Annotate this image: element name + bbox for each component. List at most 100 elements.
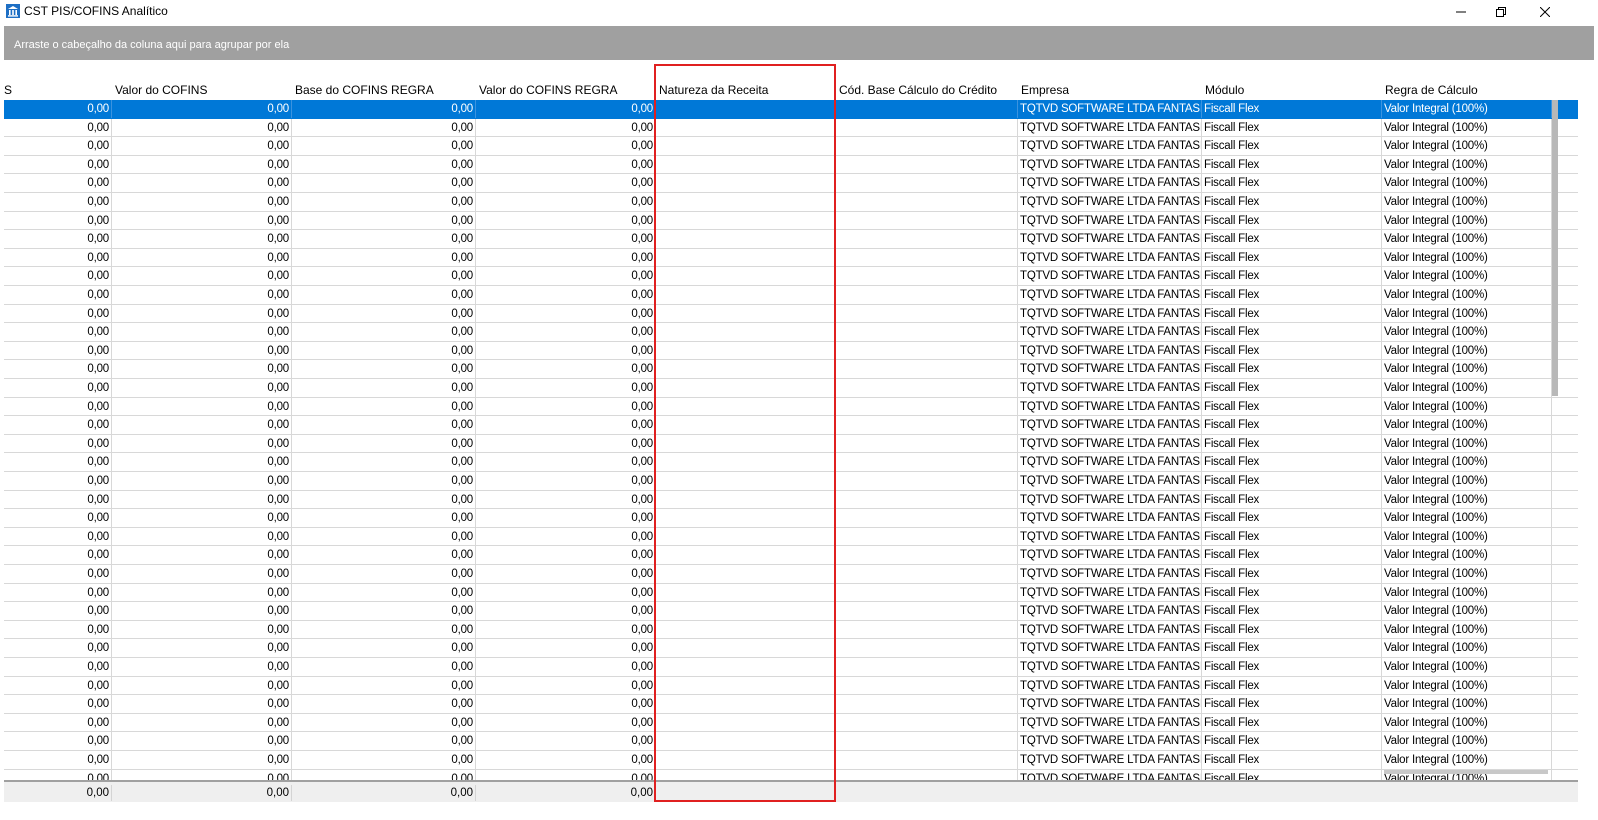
cell-col-modulo: Fiscall Flex <box>1202 490 1382 509</box>
table-row[interactable]: 0,00 0,00 0,00 0,00 TQTVD SOFTWARE LTDA FANT… <box>4 472 1578 491</box>
cell-col-modulo: Fiscall Flex <box>1202 602 1382 621</box>
cell-col-regra-calculo: Valor Integral (100%) <box>1382 118 1552 137</box>
close-button[interactable] <box>1522 0 1568 24</box>
cell-col-natureza-receita <box>656 546 836 565</box>
cell-col-cod-base-calculo-credito <box>836 751 1018 769</box>
cell-col-regra-calculo: Valor Integral (100%) <box>1382 416 1552 435</box>
header-col-valor-cofins-regra[interactable]: Valor do COFINS REGRA <box>476 82 656 99</box>
cell-col-cod-base-calculo-credito <box>836 620 1018 639</box>
cell-col-regra-calculo: Valor Integral (100%) <box>1382 472 1552 490</box>
group-by-panel[interactable]: Arraste o cabeçalho da coluna aqui para … <box>4 26 1594 60</box>
header-col-empresa[interactable]: Empresa <box>1018 82 1202 99</box>
cell-col-regra-calculo: Valor Integral (100%) <box>1382 323 1552 342</box>
cell-col-regra-calculo: Valor Integral (100%) <box>1382 546 1552 565</box>
restore-button[interactable] <box>1478 0 1524 24</box>
cell-col-modulo: Fiscall Flex <box>1202 565 1382 583</box>
cell-col-cod-base-calculo-credito <box>836 267 1018 286</box>
cell-col-modulo: Fiscall Flex <box>1202 137 1382 156</box>
header-col-base-cofins-regra[interactable]: Base do COFINS REGRA <box>292 82 476 99</box>
table-row[interactable]: 0,00 0,00 0,00 0,00 TQTVD SOFTWARE LTDA FANT… <box>4 323 1578 342</box>
horizontal-scrollbar-thumb[interactable] <box>1384 770 1548 774</box>
table-row[interactable]: 0,00 0,00 0,00 0,00 TQTVD SOFTWARE LTDA FANT… <box>4 751 1578 770</box>
table-row[interactable]: 0,00 0,00 0,00 0,00 TQTVD SOFTWARE LTDA FANT… <box>4 732 1578 751</box>
cell-col-cod-base-calculo-credito <box>836 323 1018 342</box>
table-row[interactable]: 0,00 0,00 0,00 0,00 TQTVD SOFTWARE LTDA FANT… <box>4 379 1578 398</box>
header-col-regra-calculo[interactable]: Regra de Cálculo <box>1382 82 1552 99</box>
table-row[interactable]: 0,00 0,00 0,00 0,00 TQTVD SOFTWARE LTDA FANT… <box>4 620 1578 640</box>
table-row[interactable]: 0,00 0,00 0,00 0,00 TQTVD SOFTWARE LTDA FANT… <box>4 248 1578 268</box>
table-row[interactable]: 0,00 0,00 0,00 0,00 TQTVD SOFTWARE LTDA FANT… <box>4 695 1578 714</box>
cell-col-natureza-receita <box>656 565 836 583</box>
table-row[interactable]: 0,00 0,00 0,00 0,00 TQTVD SOFTWARE LTDA FANT… <box>4 434 1578 454</box>
table-row[interactable]: 0,00 0,00 0,00 0,00 TQTVD SOFTWARE LTDA FANT… <box>4 602 1578 621</box>
table-row[interactable]: 0,00 0,00 0,00 0,00 TQTVD SOFTWARE LTDA FANT… <box>4 230 1578 249</box>
table-row[interactable]: 0,00 0,00 0,00 0,00 TQTVD SOFTWARE LTDA FANT… <box>4 565 1578 584</box>
cell-col-natureza-receita <box>656 100 836 118</box>
table-row[interactable]: 0,00 0,00 0,00 0,00 TQTVD SOFTWARE LTDA FANT… <box>4 639 1578 658</box>
table-row[interactable]: 0,00 0,00 0,00 0,00 TQTVD SOFTWARE LTDA FANT… <box>4 174 1578 193</box>
table-row[interactable]: 0,00 0,00 0,00 0,00 TQTVD SOFTWARE LTDA FANT… <box>4 397 1578 417</box>
header-col-valor-cofins[interactable]: Valor do COFINS <box>112 82 292 99</box>
table-row[interactable]: 0,00 0,00 0,00 0,00 TQTVD SOFTWARE LTDA FANT… <box>4 100 1578 119</box>
table-row[interactable]: 0,00 0,00 0,00 0,00 TQTVD SOFTWARE LTDA FANT… <box>4 546 1578 565</box>
cell-col-regra-calculo: Valor Integral (100%) <box>1382 658 1552 676</box>
table-row[interactable]: 0,00 0,00 0,00 0,00 TQTVD SOFTWARE LTDA FANT… <box>4 155 1578 175</box>
cell-col-s: 0,00 <box>4 100 112 118</box>
table-row[interactable]: 0,00 0,00 0,00 0,00 TQTVD SOFTWARE LTDA FANT… <box>4 286 1578 305</box>
cell-col-base-cofins-regra: 0,00 <box>292 286 476 304</box>
cell-col-valor-cofins: 0,00 <box>112 230 292 249</box>
header-col-modulo[interactable]: Módulo <box>1202 82 1382 99</box>
table-row[interactable]: 0,00 0,00 0,00 0,00 TQTVD SOFTWARE LTDA FANT… <box>4 416 1578 435</box>
table-row[interactable]: 0,00 0,00 0,00 0,00 TQTVD SOFTWARE LTDA FANT… <box>4 118 1578 138</box>
cell-col-cod-base-calculo-credito <box>836 546 1018 565</box>
cell-col-natureza-receita <box>656 174 836 193</box>
table-row[interactable]: 0,00 0,00 0,00 0,00 TQTVD SOFTWARE LTDA FANT… <box>4 341 1578 361</box>
table-row[interactable]: 0,00 0,00 0,00 0,00 TQTVD SOFTWARE LTDA FANT… <box>4 713 1578 733</box>
header-col-s[interactable]: S <box>4 82 112 99</box>
header-col-cod-base-calculo-credito[interactable]: Cód. Base Cálculo do Crédito <box>836 82 1018 99</box>
cell-col-s: 0,00 <box>4 286 112 304</box>
cell-col-empresa: TQTVD SOFTWARE LTDA FANTASIA <box>1018 230 1202 249</box>
cell-col-empresa: TQTVD SOFTWARE LTDA FANTASIA <box>1018 620 1202 639</box>
table-row[interactable]: 0,00 0,00 0,00 0,00 TQTVD SOFTWARE LTDA FANT… <box>4 676 1578 696</box>
vertical-scrollbar-thumb[interactable] <box>1552 100 1558 396</box>
cell-col-modulo: Fiscall Flex <box>1202 751 1382 769</box>
cell-col-modulo: Fiscall Flex <box>1202 509 1382 528</box>
cell-col-s: 0,00 <box>4 397 112 416</box>
table-row[interactable]: 0,00 0,00 0,00 0,00 TQTVD SOFTWARE LTDA FANT… <box>4 509 1578 528</box>
cell-col-modulo: Fiscall Flex <box>1202 118 1382 137</box>
table-row[interactable]: 0,00 0,00 0,00 0,00 TQTVD SOFTWARE LTDA FANT… <box>4 453 1578 472</box>
header-col-natureza-receita[interactable]: Natureza da Receita <box>656 82 836 99</box>
cell-col-s: 0,00 <box>4 509 112 528</box>
table-row[interactable]: 0,00 0,00 0,00 0,00 TQTVD SOFTWARE LTDA FANT… <box>4 304 1578 324</box>
data-grid[interactable]: S Valor do COFINS Base do COFINS REGRA Valo… <box>4 60 1578 802</box>
table-row[interactable]: 0,00 0,00 0,00 0,00 TQTVD SOFTWARE LTDA FANT… <box>4 583 1578 603</box>
cell-col-s: 0,00 <box>4 248 112 267</box>
table-row[interactable]: 0,00 0,00 0,00 0,00 TQTVD SOFTWARE LTDA FANT… <box>4 267 1578 286</box>
cell-col-cod-base-calculo-credito <box>836 155 1018 174</box>
cell-col-regra-calculo: Valor Integral (100%) <box>1382 304 1552 323</box>
table-row[interactable]: 0,00 0,00 0,00 0,00 TQTVD SOFTWARE LTDA FANT… <box>4 527 1578 547</box>
table-row[interactable]: 0,00 0,00 0,00 0,00 TQTVD SOFTWARE LTDA FANT… <box>4 490 1578 510</box>
cell-col-regra-calculo: Valor Integral (100%) <box>1382 379 1552 397</box>
cell-col-base-cofins-regra: 0,00 <box>292 174 476 193</box>
cell-col-cod-base-calculo-credito <box>836 434 1018 453</box>
cell-col-cod-base-calculo-credito <box>836 230 1018 249</box>
cell-col-regra-calculo: Valor Integral (100%) <box>1382 639 1552 658</box>
cell-col-s: 0,00 <box>4 341 112 360</box>
cell-col-base-cofins-regra: 0,00 <box>292 323 476 342</box>
table-row[interactable]: 0,00 0,00 0,00 0,00 TQTVD SOFTWARE LTDA FANT… <box>4 360 1578 379</box>
table-row[interactable]: 0,00 0,00 0,00 0,00 TQTVD SOFTWARE LTDA FANT… <box>4 211 1578 231</box>
cell-col-base-cofins-regra: 0,00 <box>292 155 476 174</box>
cell-col-valor-cofins: 0,00 <box>112 193 292 211</box>
table-row[interactable]: 0,00 0,00 0,00 0,00 TQTVD SOFTWARE LTDA FANT… <box>4 137 1578 156</box>
table-row[interactable]: 0,00 0,00 0,00 0,00 TQTVD SOFTWARE LTDA FANT… <box>4 193 1578 212</box>
cell-col-valor-cofins: 0,00 <box>112 676 292 695</box>
table-row[interactable]: 0,00 0,00 0,00 0,00 TQTVD SOFTWARE LTDA FANT… <box>4 658 1578 677</box>
cell-col-cod-base-calculo-credito <box>836 341 1018 360</box>
cell-col-empresa: TQTVD SOFTWARE LTDA FANTASIA <box>1018 397 1202 416</box>
minimize-icon <box>1456 11 1466 13</box>
cell-col-cod-base-calculo-credito <box>836 453 1018 472</box>
cell-col-modulo: Fiscall Flex <box>1202 230 1382 249</box>
cell-col-base-cofins-regra: 0,00 <box>292 100 476 118</box>
